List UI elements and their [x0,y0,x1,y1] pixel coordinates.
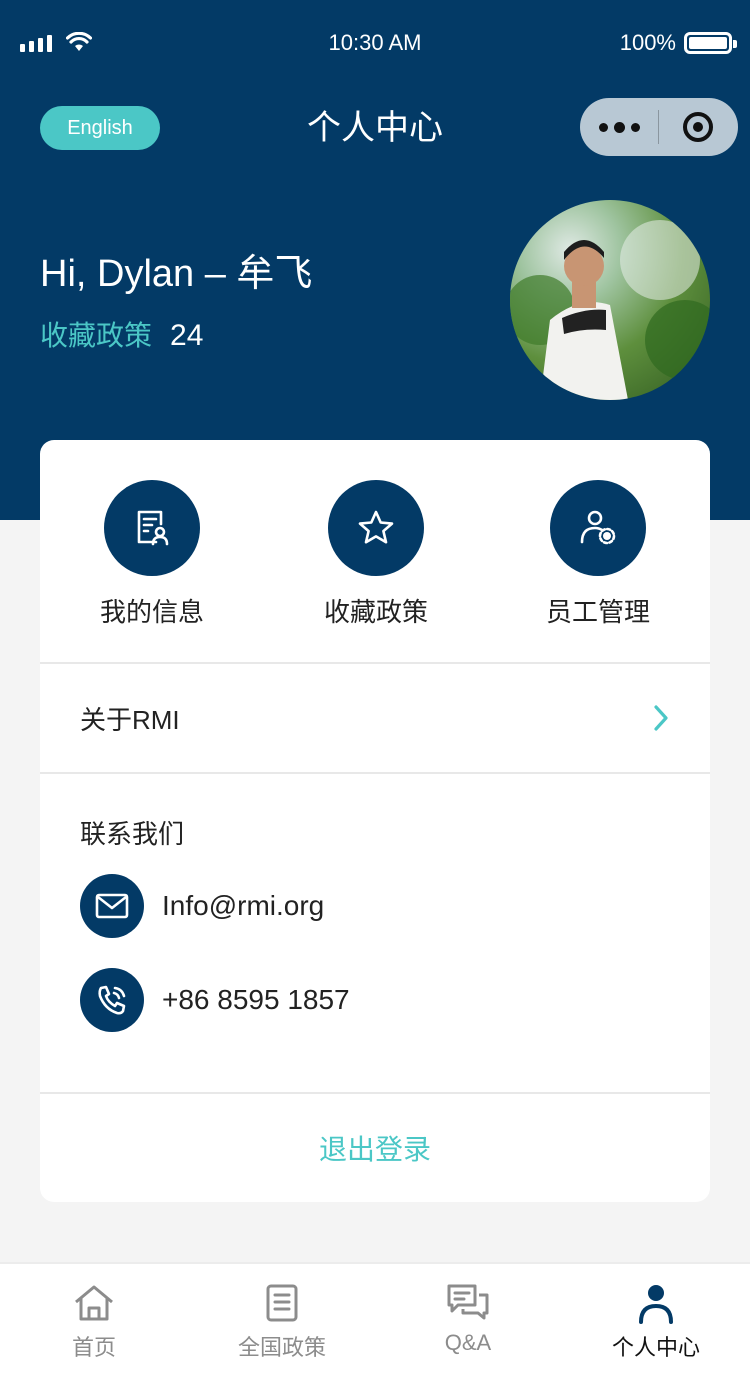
profile-menu-card: 我的信息 收藏政策 员工管理 关于RMI 联系我们 Info@rmi.org +… [40,440,710,1202]
tab-home[interactable]: 首页 [0,1282,188,1362]
person-icon [562,1282,750,1324]
logout-button[interactable]: 退出登录 [40,1094,710,1202]
tab-national-policies[interactable]: 全国政策 [188,1282,376,1362]
home-icon [0,1282,188,1324]
my-info-label: 我的信息 [99,597,204,627]
tab-profile[interactable]: 个人中心 [562,1282,750,1362]
status-bar: 10:30 AM 100% [0,0,750,88]
divider [40,772,710,774]
close-miniprogram-button[interactable] [659,98,737,156]
about-rmi-row[interactable]: 关于RMI [40,664,710,772]
tab-national-policies-label: 全国政策 [237,1335,326,1360]
tab-qa[interactable]: Q&A [374,1282,562,1356]
tab-qa-label: Q&A [444,1330,492,1355]
favorites-count: 24 [170,319,204,352]
contact-phone-row[interactable]: +86 8595 1857 [80,968,670,1032]
phone-call-icon [80,968,144,1032]
mail-icon [80,874,144,938]
contact-phone[interactable]: +86 8595 1857 [162,984,350,1016]
quick-actions: 我的信息 收藏政策 员工管理 [40,440,710,662]
dot-icon [613,121,625,133]
dot-icon [630,122,640,132]
favorites-summary[interactable]: 收藏政策 24 [40,314,203,354]
contact-email[interactable]: Info@rmi.org [162,890,324,922]
contact-us-title: 联系我们 [80,819,185,849]
avatar-photo [510,220,710,400]
profile-document-icon [104,480,200,576]
my-info-button[interactable]: 我的信息 [72,480,232,629]
contact-email-row[interactable]: Info@rmi.org [80,874,670,938]
battery-icon [684,32,737,54]
staff-management-button[interactable]: 员工管理 [518,480,678,629]
dot-icon [598,122,608,132]
greeting-text: Hi, Dylan – 牟飞 [40,253,313,295]
miniprogram-capsule [580,98,738,156]
favorites-label: 收藏政策 [40,320,153,351]
chevron-right-icon [654,705,668,731]
staff-management-label: 员工管理 [545,597,650,627]
tab-home-label: 首页 [71,1335,116,1360]
about-rmi-label: 关于RMI [80,705,180,735]
document-list-icon [188,1282,376,1324]
tab-profile-label: 个人中心 [611,1335,700,1360]
avatar[interactable] [510,200,710,400]
battery-status: 100% [619,30,737,56]
favorite-policies-button[interactable]: 收藏政策 [296,480,456,629]
user-gear-icon [550,480,646,576]
star-icon [328,480,424,576]
more-options-button[interactable] [580,98,658,156]
bottom-tab-bar: 首页 全国政策 Q&A 个人中心 [0,1262,750,1382]
battery-percent: 100% [619,30,676,55]
favorite-policies-label: 收藏政策 [323,597,428,627]
target-icon [683,112,713,142]
chat-icon [374,1282,562,1324]
